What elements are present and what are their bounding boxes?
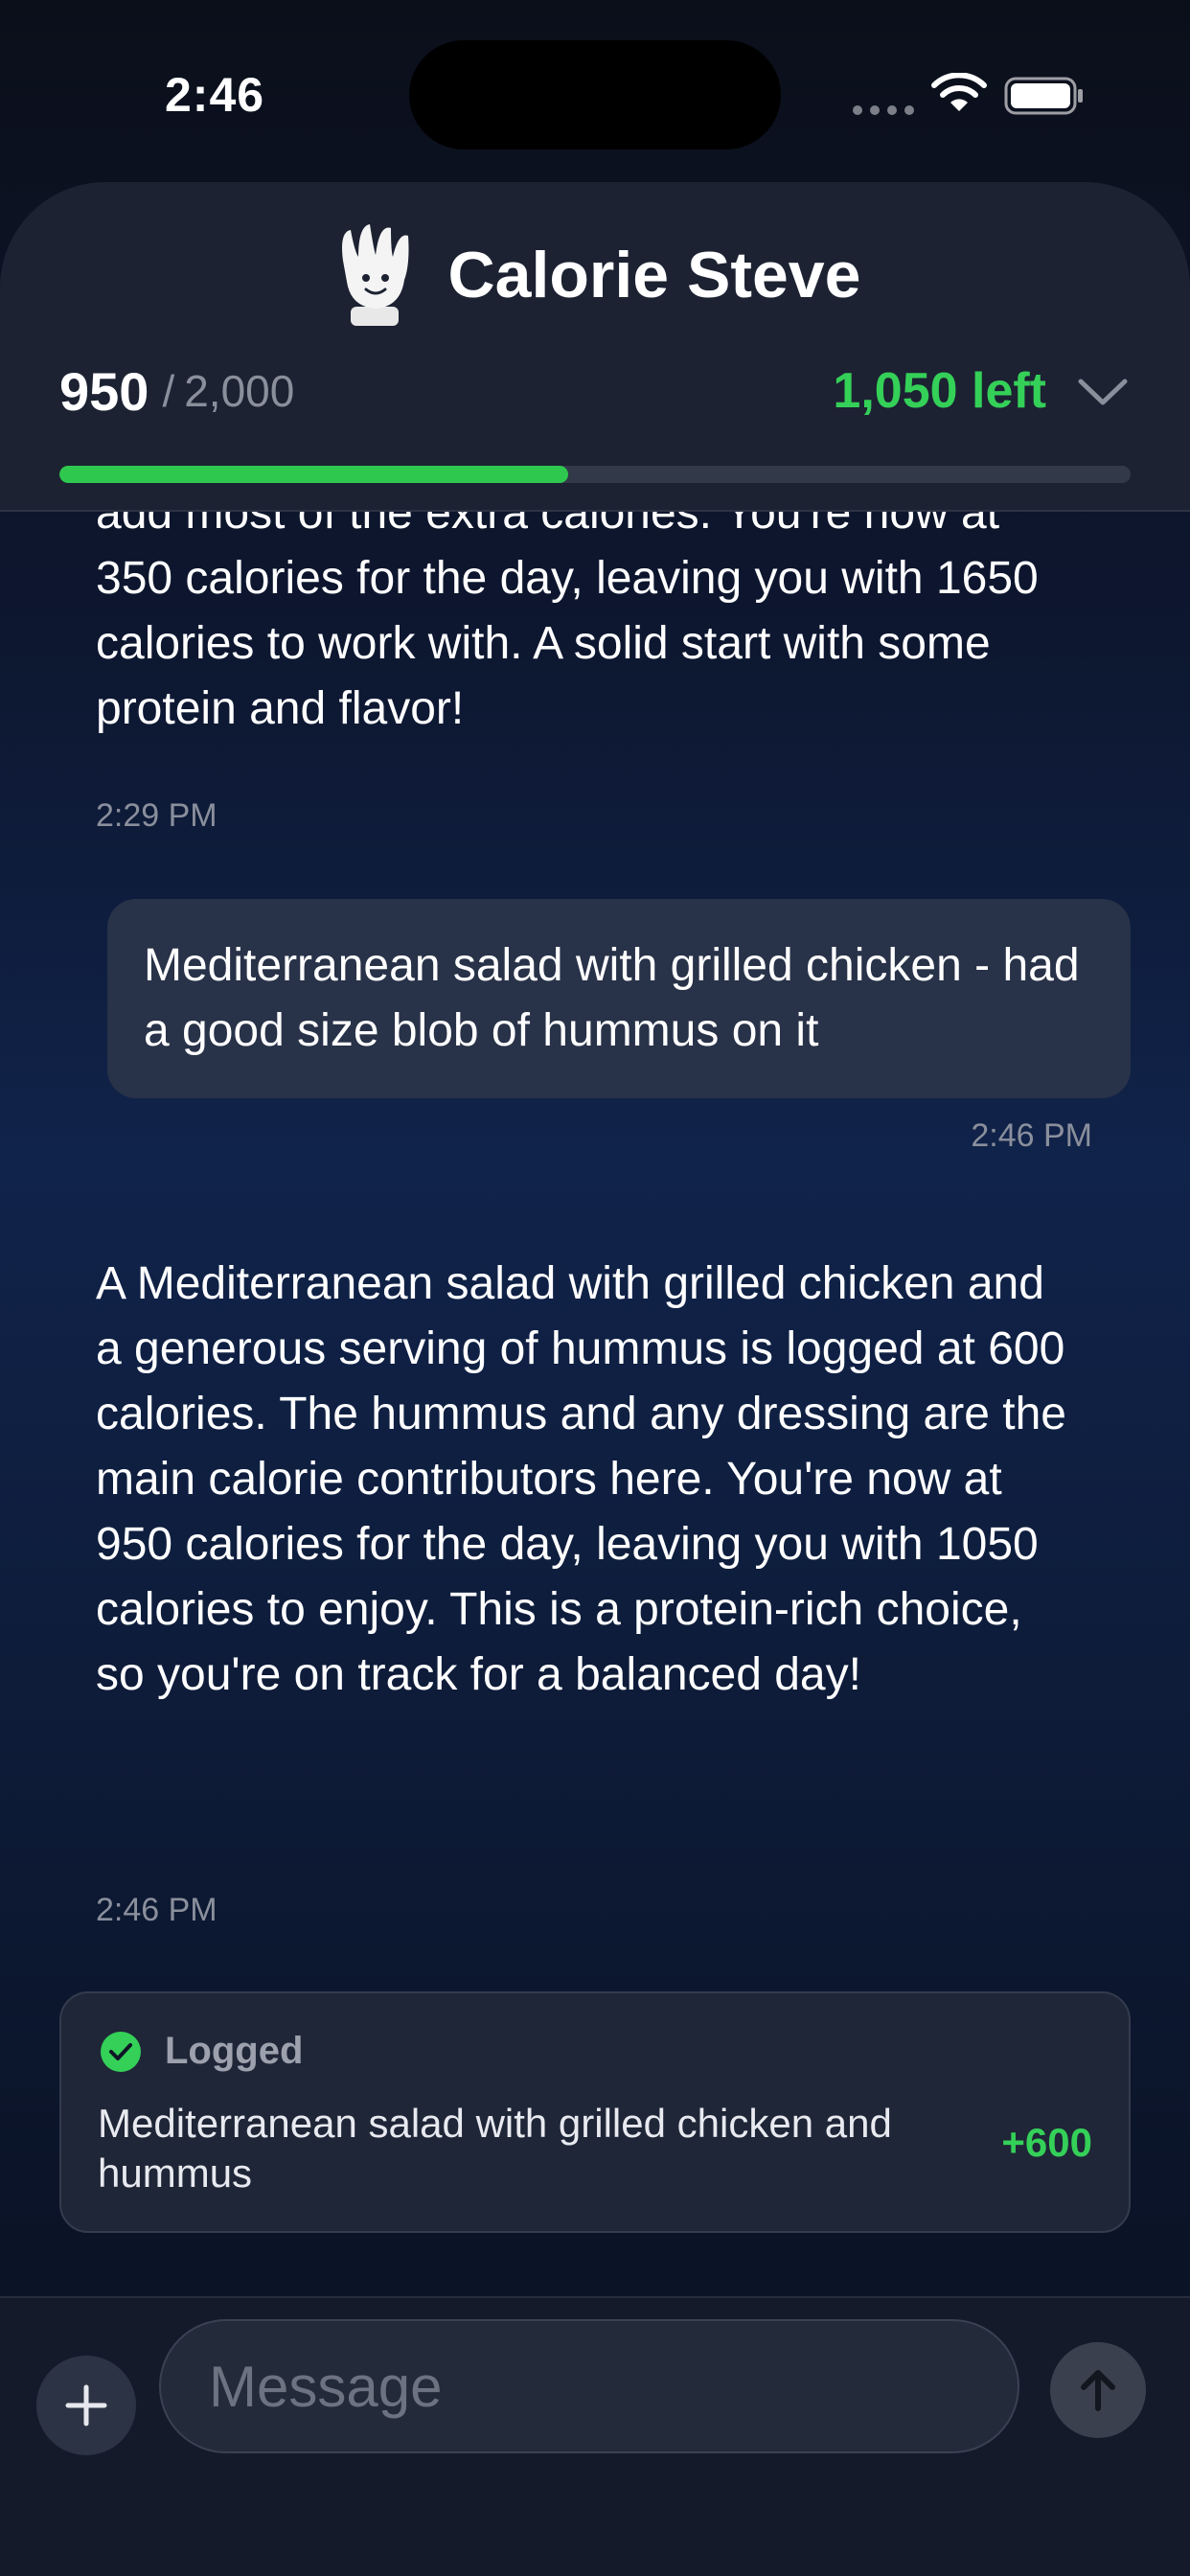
calorie-summary[interactable]: 950 / 2,000 1,050 left: [59, 353, 1131, 429]
send-button[interactable]: [1050, 2342, 1146, 2438]
chevron-down-icon[interactable]: [1075, 374, 1131, 408]
calories-remaining: 1,050 left: [833, 363, 1046, 419]
app-title: Calorie Steve: [447, 239, 861, 311]
logged-entry-card[interactable]: Logged Mediterranean salad with grilled …: [59, 1991, 1131, 2233]
status-bar: 2:46: [0, 0, 1190, 182]
calories-goal: 2,000: [184, 366, 295, 416]
calories-separator: /: [162, 366, 175, 416]
chat-thread[interactable]: add most of the extra calories. You're n…: [0, 512, 1190, 2296]
arrow-up-icon: [1081, 2370, 1115, 2411]
message-timestamp: 2:46 PM: [971, 1117, 1092, 1154]
message-timestamp: 2:29 PM: [96, 797, 217, 834]
checkmark-circle-icon: [101, 2031, 141, 2072]
calorie-progress-fill: [59, 466, 569, 483]
calories-consumed: 950: [59, 360, 149, 422]
log-description: Mediterranean salad with grilled chicken…: [98, 2101, 892, 2196]
wifi-icon: [931, 73, 987, 111]
log-card-header: Logged: [100, 2030, 303, 2073]
message-input[interactable]: [159, 2319, 1019, 2453]
battery-icon: [1004, 77, 1083, 115]
calorie-progress-bar: [59, 466, 1131, 483]
assistant-message: A Mediterranean salad with grilled chick…: [96, 1258, 1066, 1700]
cellular-signal-icon: [853, 105, 914, 115]
dynamic-island: [409, 40, 781, 150]
status-time: 2:46: [165, 68, 265, 122]
message-timestamp: 2:46 PM: [96, 1892, 217, 1928]
mascot-icon: [341, 224, 409, 326]
calorie-header: Calorie Steve 950 / 2,000 1,050 left: [0, 182, 1190, 512]
assistant-message: add most of the extra calories. You're n…: [96, 512, 1039, 734]
user-message-bubble: Mediterranean salad with grilled chicken…: [107, 899, 1131, 1098]
plus-icon: [65, 2384, 107, 2426]
header-title-row: Calorie Steve: [0, 222, 1190, 328]
add-attachment-button[interactable]: [36, 2356, 136, 2455]
log-status-label: Logged: [165, 2030, 304, 2072]
message-composer: [0, 2296, 1190, 2576]
log-calories: +600: [1001, 2120, 1092, 2165]
